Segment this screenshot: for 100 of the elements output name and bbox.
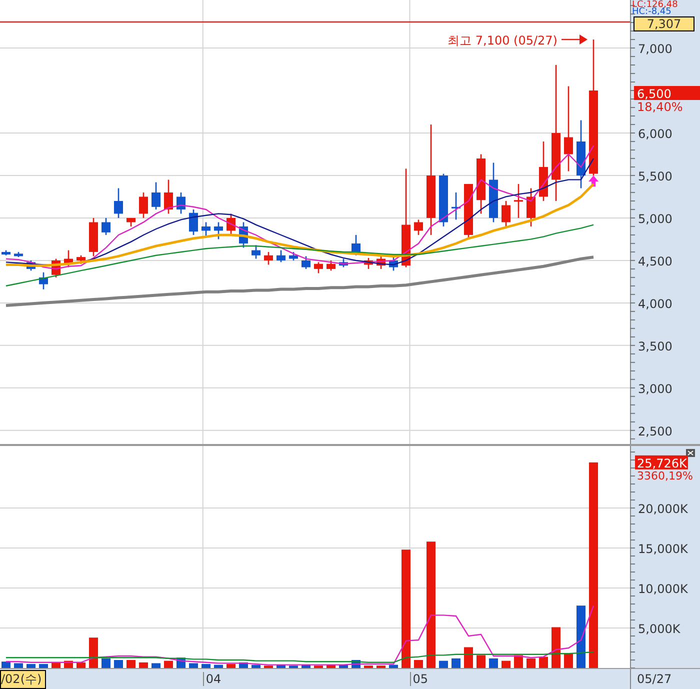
candlestick	[502, 200, 510, 228]
candlestick	[489, 162, 498, 222]
candlestick	[239, 222, 248, 248]
volume-bar	[39, 664, 48, 668]
volume-bar	[152, 663, 160, 668]
candlestick	[314, 262, 323, 274]
volume-bar	[164, 660, 173, 668]
candlestick	[202, 222, 210, 237]
candlestick	[476, 154, 486, 214]
candlestick	[376, 255, 386, 269]
volume-bar	[314, 666, 323, 668]
volume-bar	[564, 654, 573, 668]
date-label: 05	[410, 672, 428, 686]
volume-bar	[276, 664, 286, 668]
candlestick	[139, 192, 148, 218]
volume-bar	[464, 647, 473, 668]
change-percent: 18,40%	[637, 100, 683, 114]
volume-bar	[114, 660, 123, 668]
volume-bar	[302, 664, 310, 668]
candlestick	[452, 192, 460, 220]
volume-bar	[389, 664, 398, 668]
volume-bar	[502, 660, 510, 668]
volume-bar	[139, 662, 148, 668]
date-label: 04	[202, 672, 222, 686]
axis-label: 6,000	[638, 127, 672, 141]
volume-bar	[2, 662, 10, 668]
axis-label: 20,000K	[638, 502, 688, 516]
candlestick	[439, 174, 448, 226]
axis-label: 4,000	[638, 296, 672, 311]
candlestick	[326, 260, 336, 271]
candlestick	[276, 250, 286, 262]
change-percent: 3360,19%	[637, 469, 693, 482]
close-icon[interactable]	[686, 449, 695, 457]
last-date-label: 05/27	[636, 671, 672, 688]
volume-bar	[376, 666, 386, 668]
axis-label: 2,500	[638, 424, 672, 438]
candlestick	[389, 255, 398, 271]
volume-bar	[189, 663, 198, 668]
current-volume-tag: 25,726K	[635, 455, 688, 470]
axis-label: 5,000	[638, 212, 672, 226]
candlestick	[214, 222, 223, 240]
candlestick	[76, 255, 86, 264]
axis-label: 5,500	[638, 169, 672, 184]
hc-label: HC:-8,45	[632, 7, 672, 17]
arrow-icon	[562, 34, 588, 45]
candlestick	[352, 234, 360, 256]
axis-label: 7,000	[638, 42, 672, 56]
volume-bar	[439, 660, 448, 668]
volume-bar	[514, 655, 523, 668]
volume-bar	[226, 664, 236, 668]
candlestick	[264, 252, 273, 265]
volume-bar	[414, 660, 423, 668]
volume-bar	[539, 656, 548, 668]
candlestick	[164, 180, 173, 214]
candlestick	[576, 120, 586, 188]
volume-bar	[364, 666, 373, 668]
candlestick	[89, 218, 98, 256]
volume-bar	[26, 664, 36, 668]
candlestick	[2, 250, 10, 256]
volume-bar	[452, 658, 460, 668]
volume-bar	[89, 638, 98, 668]
candlestick	[126, 218, 136, 226]
axis-label: 3,500	[638, 339, 672, 354]
candlestick	[189, 209, 198, 235]
volume-bar	[289, 666, 298, 668]
candlestick	[114, 188, 123, 218]
candlestick	[539, 141, 548, 201]
high-price-label: 최고 7,100 (05/27)	[448, 34, 558, 48]
volume-bar	[126, 660, 136, 668]
axis-label: 10,000K	[638, 582, 688, 596]
volume-bar	[202, 664, 210, 668]
volume-bar	[252, 664, 260, 668]
candlestick	[176, 192, 186, 214]
candlestick	[102, 218, 110, 235]
candlestick	[226, 214, 236, 235]
volume-bar	[339, 664, 348, 668]
candlestick	[339, 258, 348, 268]
ref-line-label: 7,307	[646, 16, 682, 31]
axis-label: 4,500	[638, 254, 672, 268]
candlestick	[302, 256, 310, 269]
candlestick	[152, 182, 160, 210]
candlestick	[64, 250, 73, 268]
up-arrow-icon	[588, 175, 598, 186]
volume-bar	[552, 627, 560, 668]
current-price-tag: 6,500	[634, 86, 700, 101]
candlestick	[26, 260, 36, 271]
candlestick	[14, 252, 23, 258]
candlestick	[526, 188, 536, 226]
candlestick	[414, 220, 423, 235]
volume-bar	[576, 606, 586, 668]
volume-bar	[476, 655, 486, 668]
volume-bar	[489, 658, 498, 668]
volume-bar	[102, 658, 110, 668]
volume-bar	[14, 663, 23, 668]
candlestick	[39, 272, 48, 290]
reference-price-tag: 7,307	[634, 16, 694, 32]
volume-bar	[526, 658, 536, 668]
volume-bar	[326, 664, 336, 668]
candlestick	[364, 258, 373, 269]
cursor-date-label: /02(수)	[0, 670, 46, 689]
